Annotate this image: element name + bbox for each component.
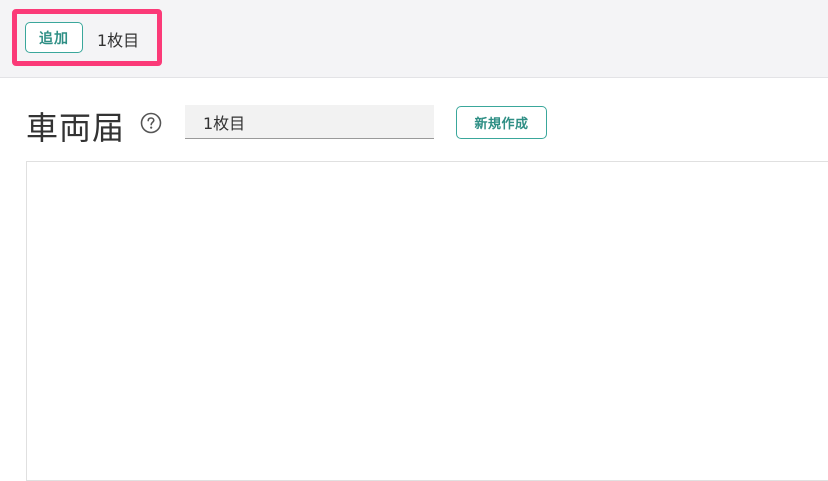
- question-circle-icon[interactable]: [140, 112, 162, 134]
- document-canvas[interactable]: [26, 161, 828, 481]
- add-button[interactable]: 追加: [25, 22, 83, 53]
- top-toolbar: 追加 1枚目: [0, 0, 828, 78]
- page-select-value: 1枚目: [203, 113, 246, 133]
- page-indicator: 1枚目: [97, 31, 140, 50]
- new-create-button[interactable]: 新規作成: [456, 106, 547, 139]
- page-title: 車両届: [26, 109, 126, 147]
- page-select-field[interactable]: 1枚目: [185, 105, 434, 139]
